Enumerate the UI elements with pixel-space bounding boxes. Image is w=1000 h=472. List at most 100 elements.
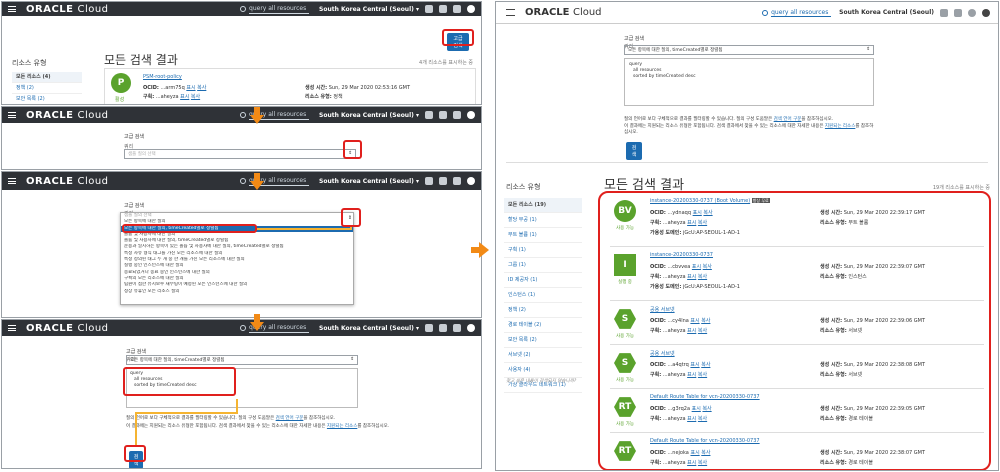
menu-icon[interactable] (506, 9, 515, 16)
help-icon[interactable] (439, 324, 447, 332)
help-icon[interactable] (439, 177, 447, 185)
globe-icon[interactable] (453, 324, 461, 332)
step4-query-panel: ORACLE Cloud query all resources South K… (1, 319, 482, 469)
profile-icon[interactable] (467, 111, 475, 119)
supported-resources-link[interactable]: 지원되는 리소스 (327, 424, 357, 429)
menu-icon[interactable] (8, 325, 16, 331)
cloud-shell-icon[interactable] (425, 324, 433, 332)
sidebar-item[interactable]: ID 제공자 (1) (504, 273, 582, 288)
oracle-cloud-logo[interactable]: ORACLE Cloud (26, 323, 109, 334)
oracle-cloud-logo[interactable]: ORACLE Cloud (26, 176, 109, 187)
profile-icon[interactable] (467, 5, 475, 13)
search-icon (240, 178, 247, 184)
cloud-shell-icon[interactable] (425, 111, 433, 119)
chevron-updown-icon: ⇕ (350, 357, 354, 362)
ocid-show-link[interactable]: 표시 (186, 85, 195, 91)
top-navigation-bar: ORACLE Cloud query all resources South K… (496, 2, 998, 24)
sidebar-item[interactable]: 정책 (2) (504, 303, 582, 318)
step-arrow-down-3 (250, 314, 264, 331)
sidebar-footer: 찾고 싶은 내용이 검색되지 않습니까? (506, 379, 577, 384)
search-query-text[interactable]: query all resources (249, 5, 310, 14)
cloud-shell-icon[interactable] (425, 5, 433, 13)
globe-icon[interactable] (453, 111, 461, 119)
menu-icon[interactable] (8, 6, 16, 12)
connector-line (257, 228, 350, 230)
sidebar-item[interactable]: 할당 무공 (1) (504, 213, 582, 228)
cloud-shell-icon[interactable] (940, 8, 948, 17)
compartment-show-link[interactable]: 표시 (180, 94, 189, 100)
help-icon[interactable] (954, 8, 962, 17)
oracle-cloud-logo[interactable]: ORACLE Cloud (525, 7, 602, 18)
region-selector[interactable]: South Korea Central (Seoul) (319, 6, 419, 13)
sidebar-item[interactable]: 인스턴스 (1) (504, 288, 582, 303)
sidebar-item-policy[interactable]: 정책 (2) (12, 83, 82, 94)
sidebar-list: 모든 리소스 (4) 정책 (2) 보안 목록 (2) (12, 72, 82, 104)
sidebar-item[interactable]: 부트 볼륨 (1) (504, 228, 582, 243)
globe-icon[interactable] (453, 5, 461, 13)
sidebar-list: 모든 리소스 (19) 할당 무공 (1) 부트 볼륨 (1) 구획 (1) 그… (504, 198, 582, 393)
policy-badge: P (111, 73, 131, 93)
sample-query-select[interactable]: 모든 항목에 대한 질의, timeCreated별로 정렬됨 ⇕ (126, 355, 358, 365)
search-icon (240, 112, 247, 118)
step3-dropdown-panel: ORACLE Cloud query all resources South K… (1, 171, 482, 318)
sidebar-title: 리소스 유형 (12, 59, 47, 67)
cloud-shell-icon[interactable] (425, 177, 433, 185)
compartment-copy-link[interactable]: 복사 (191, 94, 200, 100)
query-highlight (123, 367, 236, 396)
region-selector[interactable]: South Korea Central (Seoul) (319, 112, 419, 119)
sidebar-item-security-list[interactable]: 보안 목록 (2) (12, 94, 82, 104)
globe-icon[interactable] (453, 177, 461, 185)
search-form-divider (506, 162, 988, 163)
sidebar-item-all[interactable]: 모든 리소스 (4) (12, 72, 82, 83)
advanced-search-title: 고급 검색 (624, 36, 644, 42)
help-text-syntax: 질의 언어로 보다 구체적으로 결과를 필터링할 수 있습니다. 질의 구성 도… (624, 117, 834, 122)
top-navigation-bar: ORACLE Cloud query all resources South K… (2, 2, 481, 16)
profile-icon[interactable] (467, 324, 475, 332)
oracle-cloud-logo[interactable]: ORACLE Cloud (26, 110, 109, 121)
sidebar-item[interactable]: 보안 목록 (2) (504, 333, 582, 348)
sidebar-item[interactable]: 사용자 (4) (504, 363, 582, 378)
step-arrow-down-2 (250, 173, 264, 190)
connector-line (350, 227, 352, 230)
policy-ocid: OCID: ...arm75q 표시 복사 (143, 85, 207, 91)
sample-query-select[interactable]: 샘플 질의 선택 ⇕ (124, 149, 356, 159)
search-icon (762, 9, 769, 16)
step1-results-panel: ORACLE Cloud query all resources South K… (1, 1, 482, 105)
menu-icon[interactable] (8, 112, 16, 118)
sidebar-item[interactable]: 경로 테이블 (2) (504, 318, 582, 333)
connector-line (135, 412, 238, 414)
profile-icon[interactable] (467, 177, 475, 185)
result-count: 4개 리소스를 표시하는 중 (419, 60, 473, 66)
help-icon[interactable] (439, 5, 447, 13)
search-query-text[interactable]: query all resources (771, 9, 832, 17)
ocid-copy-link[interactable]: 복사 (197, 85, 206, 91)
top-navigation-bar: ORACLE Cloud query all resources South K… (2, 107, 481, 123)
region-selector[interactable]: South Korea Central (Seoul) (839, 9, 934, 16)
query-textarea[interactable]: query all resources sorted by timeCreate… (624, 58, 874, 106)
policy-state: 활성 (115, 97, 125, 103)
search-syntax-link[interactable]: 검색 언어 구문 (276, 416, 304, 421)
sample-query-select[interactable]: 모든 항목에 대한 질의, timeCreated별로 정렬됨 ⇕ (624, 45, 874, 55)
policy-name-link[interactable]: PSM-root-policy (143, 74, 182, 80)
help-text-syntax: 질의 언어로 보다 구체적으로 결과를 필터링할 수 있습니다. 질의 구성 도… (126, 416, 336, 421)
advanced-search-highlight (442, 29, 474, 46)
help-icon[interactable] (439, 111, 447, 119)
dropdown-option[interactable]: 정상 유휴인 모든 리소스 질의 (121, 289, 353, 295)
oracle-cloud-logo[interactable]: ORACLE Cloud (26, 4, 109, 15)
menu-icon[interactable] (8, 178, 16, 184)
search-syntax-link[interactable]: 검색 언어 구문 (774, 117, 802, 122)
region-selector[interactable]: South Korea Central (Seoul) (319, 325, 419, 332)
supported-resources-link[interactable]: 지원되는 리소스 (825, 124, 855, 129)
global-search[interactable]: query all resources (762, 9, 832, 17)
search-button[interactable]: 검색 (626, 142, 642, 160)
sidebar-item-all[interactable]: 모든 리소스 (19) (504, 198, 582, 213)
sidebar-item[interactable]: 서브넷 (2) (504, 348, 582, 363)
sidebar-item[interactable]: 그룹 (1) (504, 258, 582, 273)
region-selector[interactable]: South Korea Central (Seoul) (319, 178, 419, 185)
global-search[interactable]: query all resources (240, 5, 310, 14)
search-icon (240, 6, 247, 12)
help-text-resources: 이 결과에는 지원되는 리소스 유형만 포함됩니다. 검색 결과에서 찾을 수 … (126, 424, 390, 429)
profile-icon[interactable] (982, 8, 990, 17)
sidebar-item[interactable]: 구획 (1) (504, 243, 582, 258)
globe-icon[interactable] (968, 8, 976, 17)
